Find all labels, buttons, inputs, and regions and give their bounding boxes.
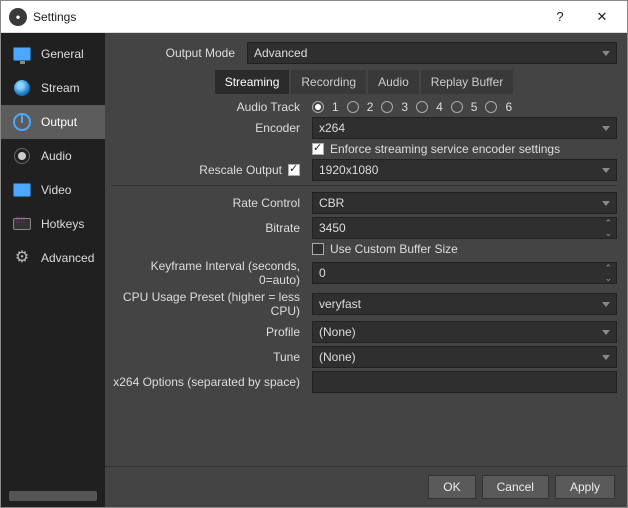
sidebar-item-label: Output [41,115,77,129]
audio-track-num: 1 [332,100,339,114]
audio-track-num: 3 [401,100,408,114]
gear-icon: ⚙ [11,247,33,269]
audio-track-radio-5[interactable] [451,101,463,113]
titlebar: Settings ? ✕ [1,1,627,33]
encoder-value: x264 [319,121,345,135]
output-tabs: Streaming Recording Audio Replay Buffer [111,70,617,94]
app-icon [9,8,27,26]
rate-control-label: Rate Control [111,196,306,210]
audio-track-radio-4[interactable] [416,101,428,113]
bitrate-input[interactable]: 3450 [312,217,617,239]
sidebar-item-label: Hotkeys [41,217,84,231]
tab-recording[interactable]: Recording [291,70,366,94]
dialog-footer: OK Cancel Apply [105,466,627,507]
audio-track-radio-1[interactable] [312,101,324,113]
rescale-label: Rescale Output [199,163,282,177]
sidebar-item-label: General [41,47,84,61]
tab-replay-buffer[interactable]: Replay Buffer [421,70,514,94]
apply-button[interactable]: Apply [555,475,615,499]
audio-track-num: 4 [436,100,443,114]
output-mode-select[interactable]: Advanced [247,42,617,64]
sidebar-scrollbar[interactable] [9,491,97,501]
sidebar-item-label: Advanced [41,251,94,265]
audio-track-radio-6[interactable] [485,101,497,113]
rescale-checkbox[interactable] [288,164,300,176]
speaker-icon [11,145,33,167]
sidebar-item-general[interactable]: General [1,37,105,71]
close-button[interactable]: ✕ [581,2,623,32]
audio-track-num: 5 [471,100,478,114]
rescale-value: 1920x1080 [319,163,378,177]
output-mode-label: Output Mode [111,46,241,60]
rescale-select[interactable]: 1920x1080 [312,159,617,181]
main-panel: Output Mode Advanced Streaming Recording… [105,33,627,507]
tune-value: (None) [319,350,356,364]
x264-options-label: x264 Options (separated by space) [111,375,306,389]
audio-track-label: Audio Track [111,100,306,114]
help-button[interactable]: ? [539,2,581,32]
sidebar-item-advanced[interactable]: ⚙ Advanced [1,241,105,275]
tune-select[interactable]: (None) [312,346,617,368]
sidebar-item-audio[interactable]: Audio [1,139,105,173]
custom-buffer-checkbox[interactable] [312,243,324,255]
audio-track-group: 1 2 3 4 5 6 [312,100,617,114]
sidebar-item-label: Stream [41,81,80,95]
sidebar-item-output[interactable]: Output [1,105,105,139]
cpu-preset-select[interactable]: veryfast [312,293,617,315]
audio-track-radio-3[interactable] [381,101,393,113]
client-area: General Stream Output Audio Video Hotkey… [1,33,627,507]
keyframe-input[interactable]: 0 [312,262,617,284]
profile-label: Profile [111,325,306,339]
tune-label: Tune [111,350,306,364]
sidebar-item-label: Video [41,183,71,197]
bitrate-value: 3450 [319,221,346,235]
encoder-label: Encoder [111,121,306,135]
profile-value: (None) [319,325,356,339]
keyframe-label: Keyframe Interval (seconds, 0=auto) [111,259,306,287]
settings-window: Settings ? ✕ General Stream Output Audio [0,0,628,508]
cpu-preset-value: veryfast [319,297,361,311]
monitor-icon [11,43,33,65]
audio-track-num: 6 [505,100,512,114]
window-title: Settings [33,10,539,24]
rate-control-value: CBR [319,196,344,210]
power-icon [11,111,33,133]
keyboard-icon [11,213,33,235]
rate-control-select[interactable]: CBR [312,192,617,214]
sidebar-item-stream[interactable]: Stream [1,71,105,105]
x264-options-input[interactable] [312,371,617,393]
tab-audio[interactable]: Audio [368,70,419,94]
custom-buffer-label: Use Custom Buffer Size [330,242,458,256]
cpu-preset-label: CPU Usage Preset (higher = less CPU) [111,290,306,318]
enforce-label: Enforce streaming service encoder settin… [330,142,560,156]
sidebar-item-hotkeys[interactable]: Hotkeys [1,207,105,241]
screen-icon [11,179,33,201]
tab-streaming[interactable]: Streaming [215,70,290,94]
ok-button[interactable]: OK [428,475,475,499]
cancel-button[interactable]: Cancel [482,475,549,499]
sidebar-item-video[interactable]: Video [1,173,105,207]
sidebar-item-label: Audio [41,149,72,163]
keyframe-value: 0 [319,266,326,280]
audio-track-radio-2[interactable] [347,101,359,113]
sidebar: General Stream Output Audio Video Hotkey… [1,33,105,507]
globe-icon [11,77,33,99]
profile-select[interactable]: (None) [312,321,617,343]
enforce-checkbox[interactable] [312,143,324,155]
output-mode-value: Advanced [254,46,307,60]
audio-track-num: 2 [367,100,374,114]
bitrate-label: Bitrate [111,221,306,235]
encoder-select[interactable]: x264 [312,117,617,139]
